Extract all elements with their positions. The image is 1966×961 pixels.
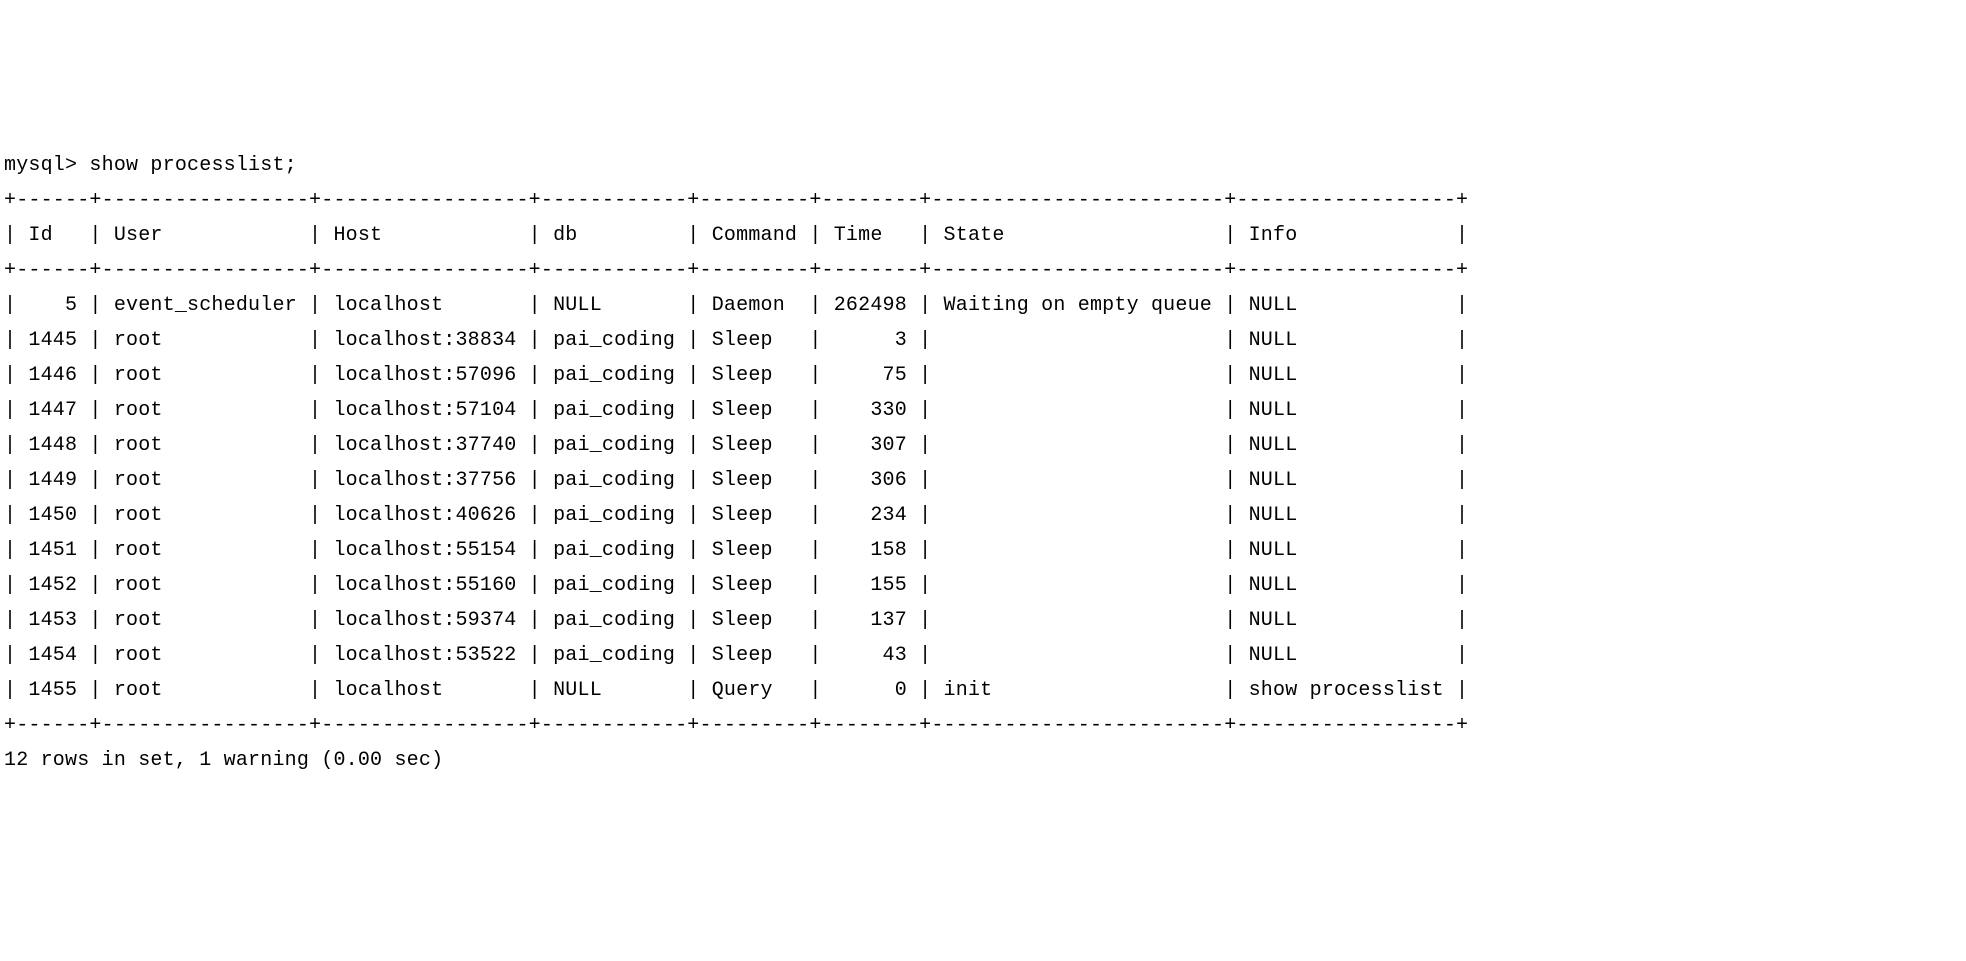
table-body: | 5 | event_scheduler | localhost | NULL… [4, 294, 1468, 702]
table-header: | Id | User | Host | db | Command | Time… [4, 224, 1468, 247]
prompt: mysql> [4, 154, 89, 177]
result-footer: 12 rows in set, 1 warning (0.00 sec) [4, 749, 443, 772]
terminal-output: mysql> show processlist; +------+-------… [4, 148, 1962, 778]
table-border-bottom: +------+-----------------+--------------… [4, 714, 1468, 737]
table-border-mid: +------+-----------------+--------------… [4, 259, 1468, 282]
command: show processlist; [89, 154, 296, 177]
table-border-top: +------+-----------------+--------------… [4, 189, 1468, 212]
